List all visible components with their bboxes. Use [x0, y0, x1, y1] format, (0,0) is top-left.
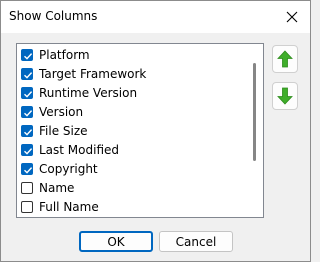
name-checkbox[interactable]	[21, 182, 33, 194]
column-label: Platform	[39, 48, 90, 62]
cancel-button[interactable]: Cancel	[159, 231, 233, 252]
arrow-down-icon	[277, 87, 293, 105]
column-label: File Size	[39, 124, 88, 138]
close-button[interactable]	[278, 3, 306, 31]
column-label: Name	[39, 181, 75, 195]
columns-list[interactable]: Platform Target Framework Runtime Versio…	[16, 43, 264, 218]
checkmark-icon	[24, 129, 33, 136]
ok-button[interactable]: OK	[79, 231, 153, 252]
checkmark-icon	[24, 53, 33, 60]
column-label: Copyright	[39, 162, 98, 176]
dialog-title: Show Columns	[9, 9, 98, 23]
show-columns-dialog: Show Columns Platform Target Framework R…	[0, 0, 311, 262]
checkmark-icon	[24, 148, 33, 155]
column-label: Runtime Version	[39, 86, 138, 100]
checkmark-icon	[24, 91, 33, 98]
move-down-button[interactable]	[272, 82, 298, 110]
column-label: Full Name	[39, 200, 99, 214]
checkmark-icon	[24, 72, 33, 79]
checkmark-icon	[24, 167, 33, 174]
list-scrollbar[interactable]	[253, 63, 256, 161]
target-framework-checkbox[interactable]	[21, 68, 33, 80]
close-icon	[286, 11, 298, 23]
platform-checkbox[interactable]	[21, 49, 33, 61]
column-label: Target Framework	[39, 67, 147, 81]
column-label: Last Modified	[39, 143, 120, 157]
move-up-button[interactable]	[272, 45, 298, 73]
last-modified-checkbox[interactable]	[21, 144, 33, 156]
copyright-checkbox[interactable]	[21, 163, 33, 175]
checkmark-icon	[24, 110, 33, 117]
arrow-up-icon	[277, 50, 293, 68]
column-label: Version	[39, 105, 84, 119]
version-checkbox[interactable]	[21, 106, 33, 118]
title-bar[interactable]: Show Columns	[1, 1, 310, 33]
file-size-checkbox[interactable]	[21, 125, 33, 137]
runtime-version-checkbox[interactable]	[21, 87, 33, 99]
full-name-checkbox[interactable]	[21, 201, 33, 213]
